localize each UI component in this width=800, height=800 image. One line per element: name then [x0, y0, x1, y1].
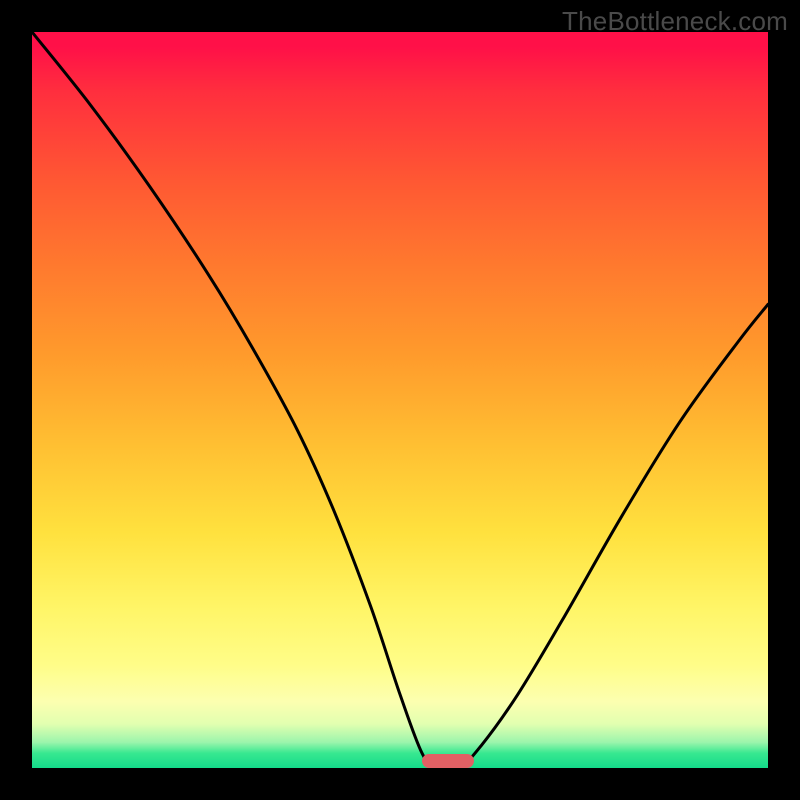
optimal-range-indicator — [422, 754, 474, 768]
chart-frame: TheBottleneck.com — [0, 0, 800, 800]
watermark-text: TheBottleneck.com — [562, 6, 788, 37]
bottleneck-curve — [32, 32, 768, 768]
bottleneck-curve-path — [32, 32, 768, 768]
plot-area — [32, 32, 768, 768]
